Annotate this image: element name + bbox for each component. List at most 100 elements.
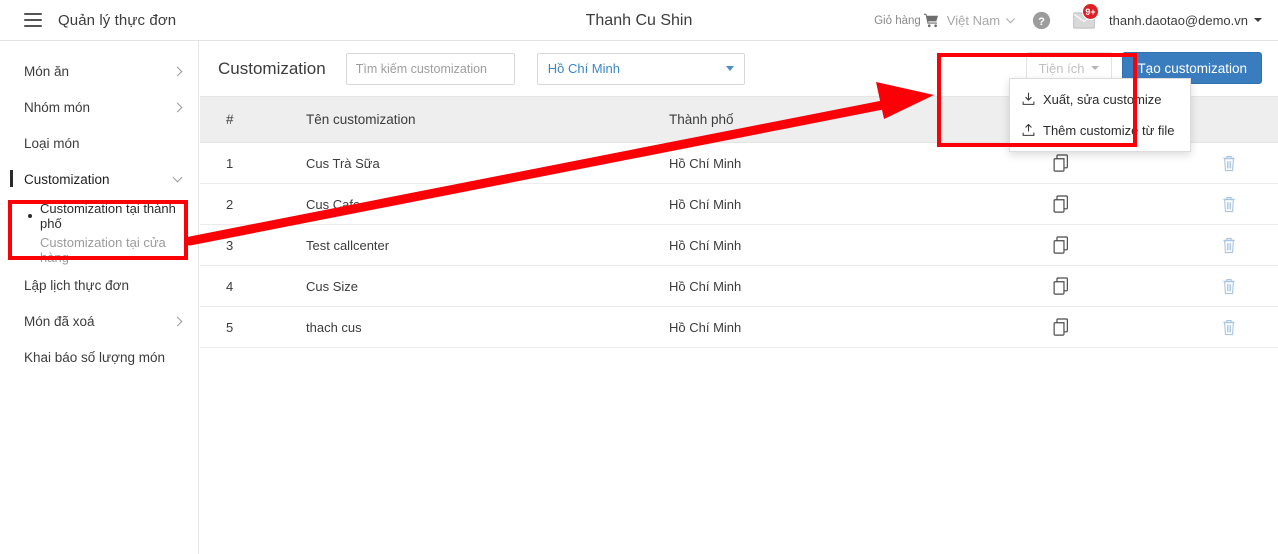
- main-content: Customization Hồ Chí Minh Tiện ích: [200, 41, 1278, 554]
- language-selector[interactable]: Việt Nam: [947, 13, 1016, 28]
- sidebar-item-lap-lich-thuc-don[interactable]: Lập lịch thực đơn: [0, 267, 198, 303]
- app-title: Quản lý thực đơn: [58, 11, 177, 29]
- trash-icon[interactable]: [1222, 155, 1236, 172]
- sidebar-item-label: Lập lịch thực đơn: [24, 277, 129, 293]
- table-row[interactable]: 4 Cus Size Hồ Chí Minh: [200, 265, 1278, 307]
- sidebar-item-mon-an[interactable]: Món ăn: [0, 53, 198, 89]
- sidebar-item-khai-bao-so-luong-mon[interactable]: Khai báo số lượng món: [0, 339, 198, 375]
- svg-text:?: ?: [1038, 16, 1045, 28]
- import-upload-icon: [1022, 123, 1035, 136]
- copy-icon[interactable]: [1053, 318, 1070, 336]
- chevron-down-icon: [172, 172, 183, 183]
- cell-city: Hồ Chí Minh: [659, 224, 981, 266]
- sidebar-subitem-label: Customization tại thành phố: [40, 201, 176, 231]
- trash-icon[interactable]: [1222, 237, 1236, 254]
- table-row[interactable]: 5 thach cus Hồ Chí Minh: [200, 306, 1278, 348]
- cell-copy-action[interactable]: [981, 224, 1141, 266]
- cart-label: Giỏ hàng: [874, 14, 921, 27]
- sidebar-item-label: Món đã xoá: [24, 313, 95, 329]
- cell-name: Cus Trà Sữa: [296, 142, 659, 184]
- sidebar: Món ăn Nhóm món Loại món Customization C…: [0, 41, 199, 554]
- column-header-city[interactable]: Thành phố: [659, 96, 981, 143]
- cell-copy-action[interactable]: [981, 306, 1141, 348]
- caret-down-icon: [1091, 66, 1100, 70]
- city-select[interactable]: Hồ Chí Minh: [536, 52, 745, 85]
- help-circle-icon[interactable]: ?: [1032, 11, 1051, 30]
- cell-city: Hồ Chí Minh: [659, 183, 981, 225]
- sidebar-subitem-customization-tai-cua-hang[interactable]: Customization tại cửa hàng: [0, 233, 198, 267]
- chevron-down-icon: [1005, 18, 1016, 24]
- menu-item-import-customize-from-file[interactable]: Thêm customize từ file: [1010, 115, 1190, 146]
- cell-index: 4: [200, 265, 296, 307]
- city-select-value: Hồ Chí Minh: [547, 61, 620, 76]
- cell-delete-action[interactable]: [1141, 265, 1278, 307]
- hamburger-icon[interactable]: [24, 13, 42, 27]
- column-header-name[interactable]: Tên customization: [296, 96, 659, 143]
- trash-icon[interactable]: [1222, 319, 1236, 336]
- search-input[interactable]: [346, 53, 514, 84]
- page-title: Customization: [218, 58, 326, 78]
- user-menu[interactable]: thanh.daotao@demo.vn: [1109, 12, 1262, 30]
- menu-item-export-edit-customize[interactable]: Xuất, sửa customize: [1010, 84, 1190, 115]
- sidebar-item-label: Món ăn: [24, 63, 70, 79]
- sidebar-subitem-label: Customization tại cửa hàng: [40, 235, 166, 265]
- sidebar-item-label: Customization: [24, 171, 110, 187]
- cell-name: Cus Size: [296, 265, 659, 307]
- trash-icon[interactable]: [1222, 278, 1236, 295]
- mail-unread-badge: 9+: [1082, 3, 1100, 20]
- mail-button[interactable]: 9+: [1073, 3, 1100, 29]
- sidebar-item-mon-da-xoa[interactable]: Món đã xoá: [0, 303, 198, 339]
- utility-dropdown-menu: Xuất, sửa customize Thêm customize từ fi…: [1009, 78, 1191, 152]
- table-row[interactable]: 3 Test callcenter Hồ Chí Minh: [200, 224, 1278, 266]
- copy-icon[interactable]: [1053, 236, 1070, 254]
- menu-item-label: Xuất, sửa customize: [1043, 92, 1162, 107]
- sidebar-item-label: Khai báo số lượng món: [24, 349, 165, 365]
- cell-city: Hồ Chí Minh: [659, 306, 981, 348]
- copy-icon[interactable]: [1053, 277, 1070, 295]
- cart-button[interactable]: Giỏ hàng: [874, 13, 939, 28]
- cell-copy-action[interactable]: [981, 265, 1141, 307]
- user-email-label: thanh.daotao@demo.vn: [1109, 12, 1248, 28]
- copy-icon[interactable]: [1053, 154, 1070, 172]
- trash-icon[interactable]: [1222, 196, 1236, 213]
- caret-down-icon: [725, 66, 734, 71]
- menu-item-label: Thêm customize từ file: [1043, 123, 1175, 138]
- column-header-index[interactable]: #: [200, 96, 296, 143]
- utility-button-label: Tiện ích: [1038, 60, 1085, 76]
- cell-index: 5: [200, 306, 296, 348]
- content-toolbar: Customization Hồ Chí Minh Tiện ích: [200, 41, 1278, 152]
- chevron-right-icon: [172, 102, 183, 112]
- cell-city: Hồ Chí Minh: [659, 142, 981, 184]
- sidebar-subitem-customization-tai-thanh-pho[interactable]: Customization tại thành phố: [0, 199, 198, 233]
- top-bar-right-group: Giỏ hàng Việt Nam ? 9+ thanh.daotao@demo…: [874, 0, 1262, 41]
- cell-name: thach cus: [296, 306, 659, 348]
- cell-name: Cus Cafe: [296, 183, 659, 225]
- sidebar-item-customization[interactable]: Customization: [0, 161, 198, 197]
- copy-icon[interactable]: [1053, 195, 1070, 213]
- top-bar: Quản lý thực đơn Thanh Cu Shin Giỏ hàng …: [0, 0, 1278, 41]
- app-root: Quản lý thực đơn Thanh Cu Shin Giỏ hàng …: [0, 0, 1278, 554]
- chevron-right-icon: [172, 316, 183, 326]
- cell-index: 3: [200, 224, 296, 266]
- cell-delete-action[interactable]: [1141, 224, 1278, 266]
- cell-copy-action[interactable]: [981, 183, 1141, 225]
- sidebar-item-nhom-mon[interactable]: Nhóm món: [0, 89, 198, 125]
- sidebar-item-label: Nhóm món: [24, 99, 91, 115]
- sidebar-item-label: Loại món: [24, 135, 80, 151]
- table-body: 1 Cus Trà Sữa Hồ Chí Minh 2 Cus Cafe Hồ Chí M…: [200, 142, 1278, 348]
- cell-index: 1: [200, 142, 296, 184]
- search-box: [345, 52, 515, 85]
- cell-city: Hồ Chí Minh: [659, 265, 981, 307]
- bullet-icon-placeholder: [28, 248, 32, 252]
- language-label: Việt Nam: [946, 13, 1001, 28]
- bullet-icon: [28, 214, 32, 218]
- table-row[interactable]: 2 Cus Cafe Hồ Chí Minh: [200, 183, 1278, 225]
- sidebar-item-loai-mon[interactable]: Loại món: [0, 125, 198, 161]
- cell-name: Test callcenter: [296, 224, 659, 266]
- caret-down-icon: [1254, 18, 1262, 23]
- chevron-right-icon: [172, 66, 183, 76]
- cell-delete-action[interactable]: [1141, 306, 1278, 348]
- shopping-cart-icon: [923, 13, 938, 28]
- export-download-icon: [1022, 92, 1035, 105]
- cell-delete-action[interactable]: [1141, 183, 1278, 225]
